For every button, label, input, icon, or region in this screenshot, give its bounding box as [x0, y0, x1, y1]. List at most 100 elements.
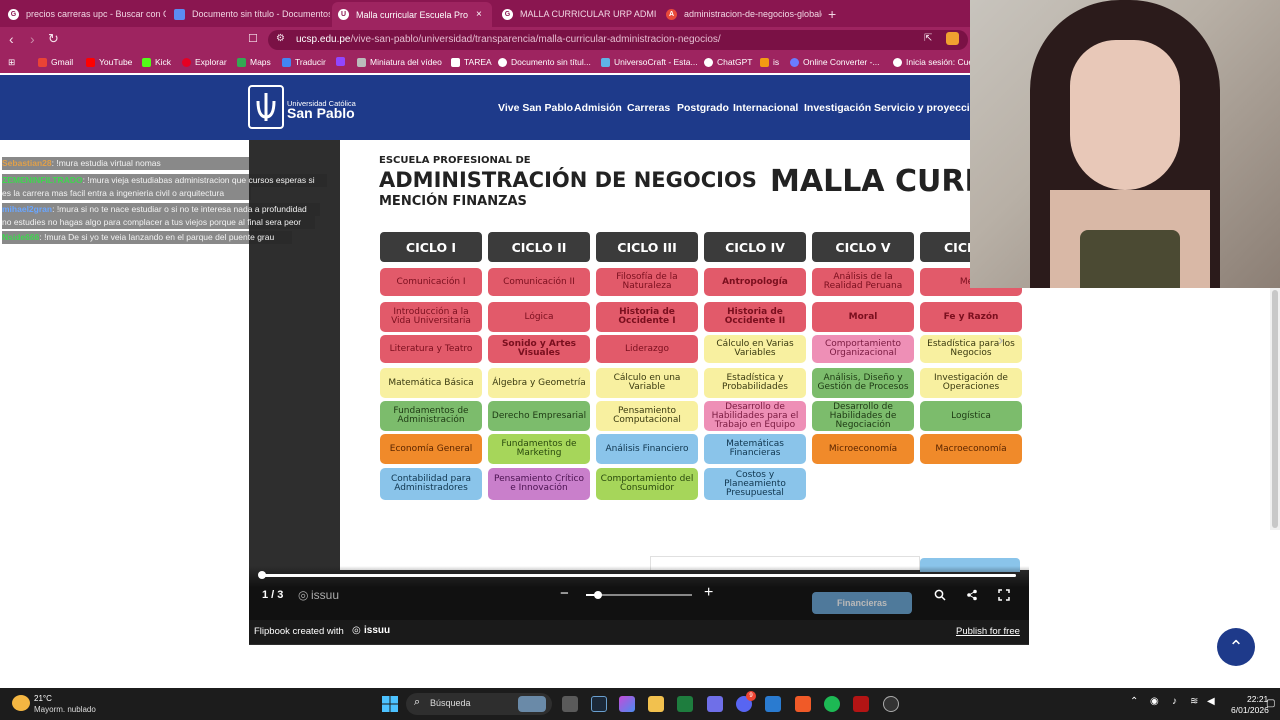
course-cell: Filosofía de la Naturaleza	[596, 268, 698, 296]
gmail-icon	[38, 57, 47, 67]
nav-investigacion[interactable]: Investigación	[804, 102, 871, 114]
nav-carreras[interactable]: Carreras	[627, 102, 670, 114]
chat-text: !mura De si yo te veia lanzando en el pa…	[44, 232, 275, 242]
nav-admision[interactable]: Admisión	[574, 102, 622, 114]
nav-vive-san-pablo[interactable]: Vive San Pablo	[498, 102, 573, 114]
bookmark-documento[interactable]: Documento sin títul...	[498, 57, 591, 67]
url-bar[interactable]: ⚙ ucsp.edu.pe/vive-san-pablo/universidad…	[268, 30, 968, 50]
mail-icon[interactable]	[765, 696, 781, 712]
chat-text: !mura estudia virtual nomas	[56, 158, 161, 168]
back-arrow-icon[interactable]: ‹	[9, 32, 14, 46]
copilot-icon[interactable]	[619, 696, 635, 712]
chevron-up-icon[interactable]: ⌃	[1130, 696, 1138, 707]
microphone-icon[interactable]: ♪	[1172, 696, 1177, 707]
reload-icon[interactable]: ↻	[48, 32, 59, 46]
zoom-slider-handle[interactable]	[594, 591, 602, 599]
excel-icon[interactable]	[677, 696, 693, 712]
obs-icon[interactable]	[883, 696, 899, 712]
wifi-icon[interactable]: ≋	[1190, 696, 1198, 707]
footer-issuu[interactable]: issuu	[364, 625, 390, 636]
nav-servicio-proyeccion[interactable]: Servicio y proyección	[874, 102, 983, 114]
weather-desc[interactable]: Mayorm. nublado	[34, 705, 96, 714]
app-red-icon[interactable]	[853, 696, 869, 712]
task-view-icon[interactable]	[562, 696, 578, 712]
extension-icon[interactable]	[946, 32, 959, 45]
bookmark-miniatura[interactable]	[336, 57, 349, 66]
tab-label: Documento sin título - Documentos	[192, 9, 330, 19]
steam-icon[interactable]	[591, 696, 607, 712]
bookmark-explorar[interactable]: Explorar	[182, 57, 227, 67]
issuu-brand-icon: ◎	[298, 588, 309, 602]
tab-pdf[interactable]: A administracion-de-negocios-globale	[660, 3, 822, 25]
bookmark-label: Miniatura del vídeo	[370, 57, 442, 67]
chat-text: !mura si no te nace estudiar o si no te …	[56, 204, 307, 214]
nav-postgrado[interactable]: Postgrado	[677, 102, 729, 114]
bookmark-universocraft[interactable]: UniversoCraft - Esta...	[601, 57, 698, 67]
nav-internacional[interactable]: Internacional	[733, 102, 798, 114]
apps-grid-icon[interactable]: ⊞	[8, 57, 15, 68]
bookmark-label: YouTube	[99, 57, 133, 67]
publish-for-free-link[interactable]: Publish for free	[956, 626, 1020, 637]
url-text[interactable]: ucsp.edu.pe/vive-san-pablo/universidad/t…	[296, 34, 721, 45]
page-bottom-strip	[0, 670, 1280, 688]
fullscreen-icon[interactable]	[998, 589, 1010, 601]
next-page-arrow-icon[interactable]: ›	[998, 332, 1003, 350]
bookmark-label: Maps	[250, 57, 271, 67]
tab-docs[interactable]: Documento sin título - Documentos	[168, 3, 330, 25]
file-explorer-icon[interactable]	[648, 696, 664, 712]
course-cell: Introducción a la Vida Universitaria	[380, 302, 482, 332]
share-icon[interactable]	[966, 589, 978, 601]
course-cell: Liderazgo	[596, 335, 698, 363]
back-to-top-button[interactable]: ⌃	[1217, 628, 1255, 666]
zoom-in-button[interactable]: +	[704, 584, 713, 602]
bookmark-maps[interactable]: Maps	[237, 57, 271, 67]
bookmark-chatgpt[interactable]: ChatGPT	[704, 57, 752, 67]
chat-username: ZEMENINFILTRADO	[2, 175, 83, 185]
teams-icon[interactable]	[707, 696, 723, 712]
brave-browser-icon[interactable]	[795, 696, 811, 712]
tray-app-icon[interactable]: ◉	[1150, 696, 1159, 707]
bookmark-is[interactable]: is	[760, 57, 779, 67]
new-tab-button[interactable]: +	[828, 6, 836, 22]
bookmark-inicia-sesion[interactable]: Inicia sesión: Cuer	[893, 57, 976, 67]
bookmark-icon[interactable]: ☐	[248, 32, 258, 46]
tab-label: precios carreras upc - Buscar con Go	[26, 9, 166, 19]
site-info-icon[interactable]: ⚙	[276, 33, 285, 44]
tab-malla-ucsp[interactable]: U Malla curricular Escuela Profesio ×	[332, 2, 492, 27]
bookmark-gmail[interactable]: Gmail	[38, 57, 73, 67]
tab-label: MALLA CURRICULAR URP ADMIN - E	[520, 9, 656, 19]
bookmark-miniatura-label[interactable]: Miniatura del vídeo	[357, 57, 442, 67]
brave-icon	[760, 57, 769, 67]
face-shape	[1070, 40, 1180, 190]
weather-temp[interactable]: 21°C	[34, 694, 52, 703]
course-cell: Fundamentos de Administración	[380, 401, 482, 431]
share-icon[interactable]: ⇱	[924, 33, 932, 44]
page-progress-handle[interactable]	[258, 571, 266, 579]
zoom-out-button[interactable]: −	[560, 585, 569, 602]
bookmark-kick[interactable]: Kick	[142, 57, 171, 67]
close-tab-icon[interactable]: ×	[476, 9, 482, 20]
windows-start-icon[interactable]	[382, 696, 398, 712]
volume-icon[interactable]: ◀	[1207, 696, 1215, 707]
forward-arrow-icon[interactable]: ›	[30, 32, 35, 46]
bookmark-online-converter[interactable]: Online Converter -...	[790, 57, 880, 67]
spotify-icon[interactable]	[824, 696, 840, 712]
search-icon[interactable]	[934, 589, 946, 601]
google-icon: G	[8, 8, 19, 20]
cycle-header: CICLO IV	[704, 232, 806, 262]
tab-google-sheet[interactable]: G MALLA CURRICULAR URP ADMIN - E	[496, 3, 656, 25]
bookmark-youtube[interactable]: YouTube	[86, 57, 132, 67]
peek-course-label: Financieras	[812, 592, 912, 614]
weather-icon[interactable]	[12, 695, 30, 711]
taskbar-search[interactable]: ⌕ Búsqueda	[406, 693, 552, 715]
youtube-icon	[86, 57, 95, 67]
course-cell: Comportamiento Organizacional	[812, 335, 914, 363]
bookmark-tarea[interactable]: TAREA	[451, 57, 492, 67]
tab-google-search[interactable]: G precios carreras upc - Buscar con Go	[2, 3, 166, 25]
notification-bell-icon[interactable]: ▢	[1266, 698, 1275, 709]
bookmark-traducir[interactable]: Traducir	[282, 57, 326, 67]
bookmark-label: Inicia sesión: Cuer	[906, 57, 976, 67]
clock-date[interactable]: 6/01/2026	[1231, 705, 1269, 715]
ucsp-logo[interactable]	[248, 85, 284, 129]
page-scrollbar-thumb[interactable]	[1272, 290, 1278, 528]
